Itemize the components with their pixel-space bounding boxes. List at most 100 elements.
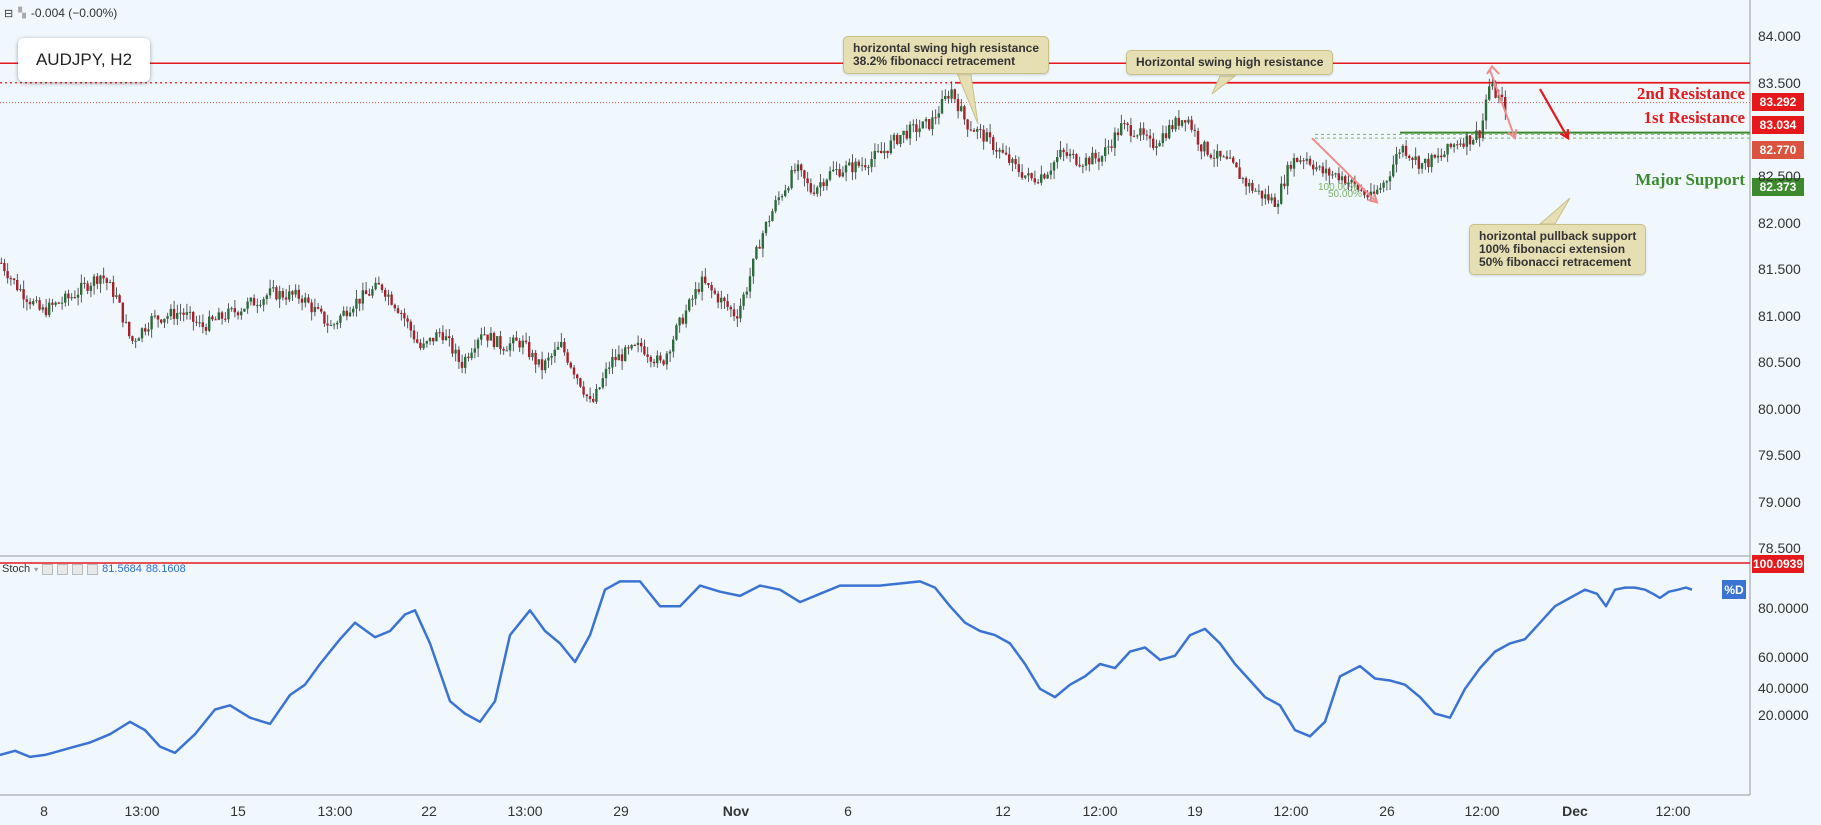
candle-body	[73, 297, 76, 299]
candle-body	[787, 188, 790, 191]
candle-body	[886, 150, 889, 154]
candle-body	[60, 302, 64, 304]
candle-body	[988, 132, 992, 138]
stoch-menu-icon[interactable]: ▾	[34, 565, 38, 574]
candle-body	[684, 310, 688, 324]
candle-body	[601, 378, 604, 388]
candle-body	[304, 297, 307, 303]
candle-body	[521, 340, 524, 348]
candle-body	[953, 89, 956, 100]
candle-body	[819, 182, 822, 188]
add-icon[interactable]	[72, 563, 84, 575]
x-tick: 26	[1379, 803, 1395, 819]
candle-body	[796, 164, 800, 172]
candle-body	[428, 337, 432, 342]
y-tick: 84.000	[1758, 28, 1801, 44]
candle-body	[1417, 156, 1420, 169]
collapse-icon[interactable]: ⊟	[4, 7, 13, 20]
candle-body	[764, 222, 768, 234]
stoch-name: Stoch	[2, 563, 31, 575]
candle-body	[1478, 130, 1481, 139]
eye-icon[interactable]	[42, 563, 54, 575]
candle-body	[1222, 156, 1225, 158]
candle-body	[412, 330, 416, 340]
callout-line: 38.2% fibonacci retracement	[853, 54, 1016, 68]
candle-body	[1411, 157, 1414, 160]
flag-icon[interactable]: ▚	[18, 8, 26, 19]
candle-body	[1052, 162, 1056, 171]
candle-body	[995, 150, 998, 152]
candle-body	[582, 386, 585, 395]
candle-body	[912, 124, 915, 126]
candle-body	[22, 289, 25, 300]
candle-body	[1244, 178, 1248, 187]
settings-icon[interactable]	[57, 563, 69, 575]
candle-body	[816, 187, 819, 194]
candle-body	[934, 117, 937, 119]
candle-body	[473, 348, 476, 353]
candle-body	[880, 150, 883, 154]
candle-body	[553, 349, 556, 356]
candle-body	[1219, 150, 1222, 157]
candle-body	[921, 121, 924, 129]
candle-body	[854, 161, 857, 173]
candle-body	[1424, 158, 1427, 164]
candle-body	[67, 293, 70, 299]
candle-body	[300, 298, 304, 303]
candle-body	[902, 130, 905, 136]
symbol-box[interactable]: AUDJPY, H2	[18, 38, 150, 82]
candle-body	[323, 311, 326, 324]
candle-body	[1472, 140, 1475, 145]
x-tick: Dec	[1562, 803, 1588, 819]
candle-body	[1321, 166, 1324, 174]
y-tick: 81.500	[1758, 261, 1801, 277]
price-axis	[0, 0, 1751, 796]
candle-body	[1014, 159, 1017, 165]
candle-body	[1392, 164, 1395, 177]
candle-body	[25, 299, 28, 302]
candle-body	[195, 321, 198, 323]
candle-body	[1248, 182, 1251, 187]
candle-body	[691, 298, 694, 300]
chart-canvas[interactable]	[0, 0, 1821, 825]
candle-body	[172, 308, 176, 319]
candle-body	[393, 304, 396, 309]
candle-body	[403, 313, 406, 319]
candle-body	[1040, 174, 1043, 183]
candle-body	[32, 301, 35, 305]
candle-body	[736, 316, 739, 319]
x-tick: 15	[230, 803, 246, 819]
candle-body	[524, 340, 528, 343]
candle-body	[1398, 152, 1401, 154]
candle-body	[620, 354, 624, 362]
candle-body	[1379, 187, 1382, 190]
candle-body	[870, 159, 873, 168]
candle-body	[416, 339, 419, 343]
candle-body	[51, 302, 54, 305]
callout-pullback: horizontal pullback support 100% fibonac…	[1469, 224, 1647, 275]
x-tick: 12:00	[1464, 803, 1500, 819]
candle-body	[576, 374, 579, 379]
candle-body	[1459, 143, 1462, 145]
candle-body	[163, 318, 166, 323]
candle-body	[144, 328, 147, 332]
candle-body	[1270, 197, 1273, 201]
candle-body	[1056, 157, 1059, 163]
candle-body	[400, 312, 403, 314]
candle-body	[96, 276, 99, 284]
stoch-y-tick: 20.0000	[1758, 707, 1809, 723]
candle-body	[332, 324, 336, 326]
candle-body	[972, 130, 976, 132]
candle-body	[844, 165, 848, 173]
close-icon[interactable]	[87, 563, 99, 575]
candle-body	[1171, 125, 1174, 130]
candle-body	[252, 297, 256, 306]
candle-body	[569, 362, 572, 368]
candle-body	[425, 341, 428, 344]
candle-body	[841, 172, 844, 177]
candle-body	[1174, 117, 1177, 130]
stoch-y-tick: 80.0000	[1758, 600, 1809, 616]
candle-body	[288, 291, 291, 300]
y-tick: 82.000	[1758, 215, 1801, 231]
candle-body	[784, 190, 787, 197]
